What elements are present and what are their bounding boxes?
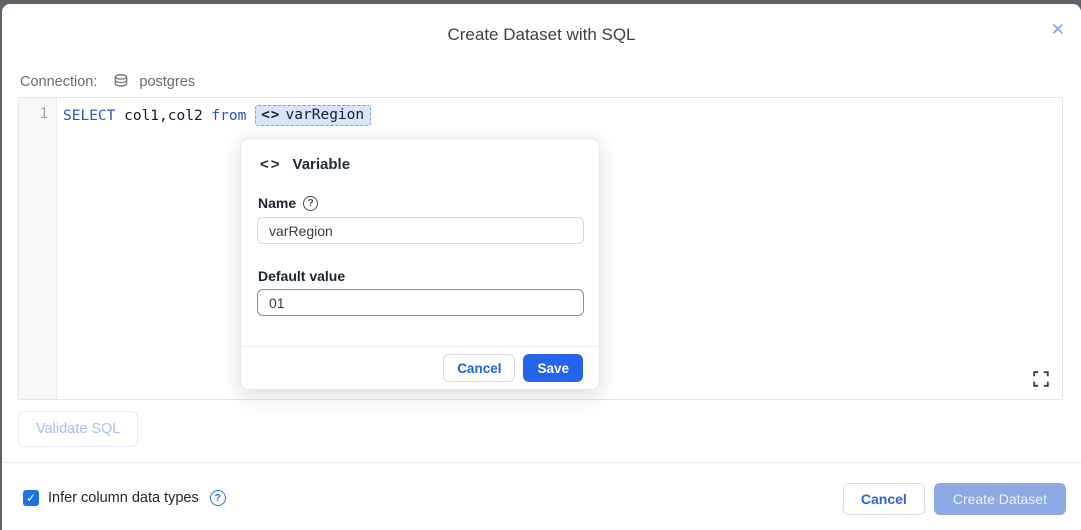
popover-cancel-button[interactable]: Cancel [443, 354, 515, 382]
code-brackets-icon: <> [260, 156, 282, 173]
sql-keyword-select: SELECT [63, 108, 115, 124]
create-dataset-dialog: Create Dataset with SQL ✕ Connection: po… [2, 4, 1081, 530]
name-label-text: Name [258, 195, 296, 211]
sql-columns: col1,col2 [115, 108, 211, 124]
default-value-label-text: Default value [258, 268, 345, 284]
dialog-actions: Cancel Create Dataset [843, 483, 1066, 515]
variable-popover: <> Variable Name ? Default value Cancel … [240, 138, 600, 390]
close-icon[interactable]: ✕ [1051, 21, 1065, 38]
connection-label: Connection: [20, 74, 97, 90]
line-number: 1 [40, 106, 48, 122]
default-value-field-label: Default value [258, 268, 345, 284]
name-field-label: Name ? [258, 195, 318, 211]
dialog-cancel-button[interactable]: Cancel [843, 483, 925, 515]
create-dataset-button[interactable]: Create Dataset [934, 483, 1066, 515]
database-icon [112, 73, 130, 91]
variable-chip[interactable]: <> varRegion [255, 105, 371, 126]
help-icon[interactable]: ? [303, 196, 318, 211]
popover-save-button[interactable]: Save [523, 354, 583, 382]
popover-footer: Cancel Save [241, 346, 599, 389]
validate-sql-button[interactable]: Validate SQL [18, 411, 138, 447]
connection-name: postgres [139, 74, 195, 90]
variable-name-input[interactable] [257, 217, 584, 244]
sql-keyword-from: from [211, 108, 255, 124]
code-brackets-icon: <> [261, 107, 280, 123]
sql-code-line[interactable]: SELECT col1,col2 from <> varRegion [63, 105, 371, 126]
popover-title: Variable [293, 156, 351, 173]
variable-chip-name: varRegion [286, 107, 365, 123]
variable-popover-header: <> Variable [260, 156, 350, 173]
infer-types-option: ✓ Infer column data types ? [23, 490, 226, 506]
footer-divider [2, 462, 1081, 463]
connection-row: Connection: postgres [20, 73, 195, 91]
fullscreen-icon[interactable] [1033, 371, 1049, 387]
default-value-input[interactable] [257, 289, 584, 316]
dialog-title: Create Dataset with SQL [2, 25, 1081, 45]
editor-gutter: 1 [19, 98, 57, 399]
infer-types-checkbox[interactable]: ✓ [23, 490, 39, 506]
help-icon[interactable]: ? [210, 490, 226, 506]
infer-types-label: Infer column data types [48, 490, 199, 506]
